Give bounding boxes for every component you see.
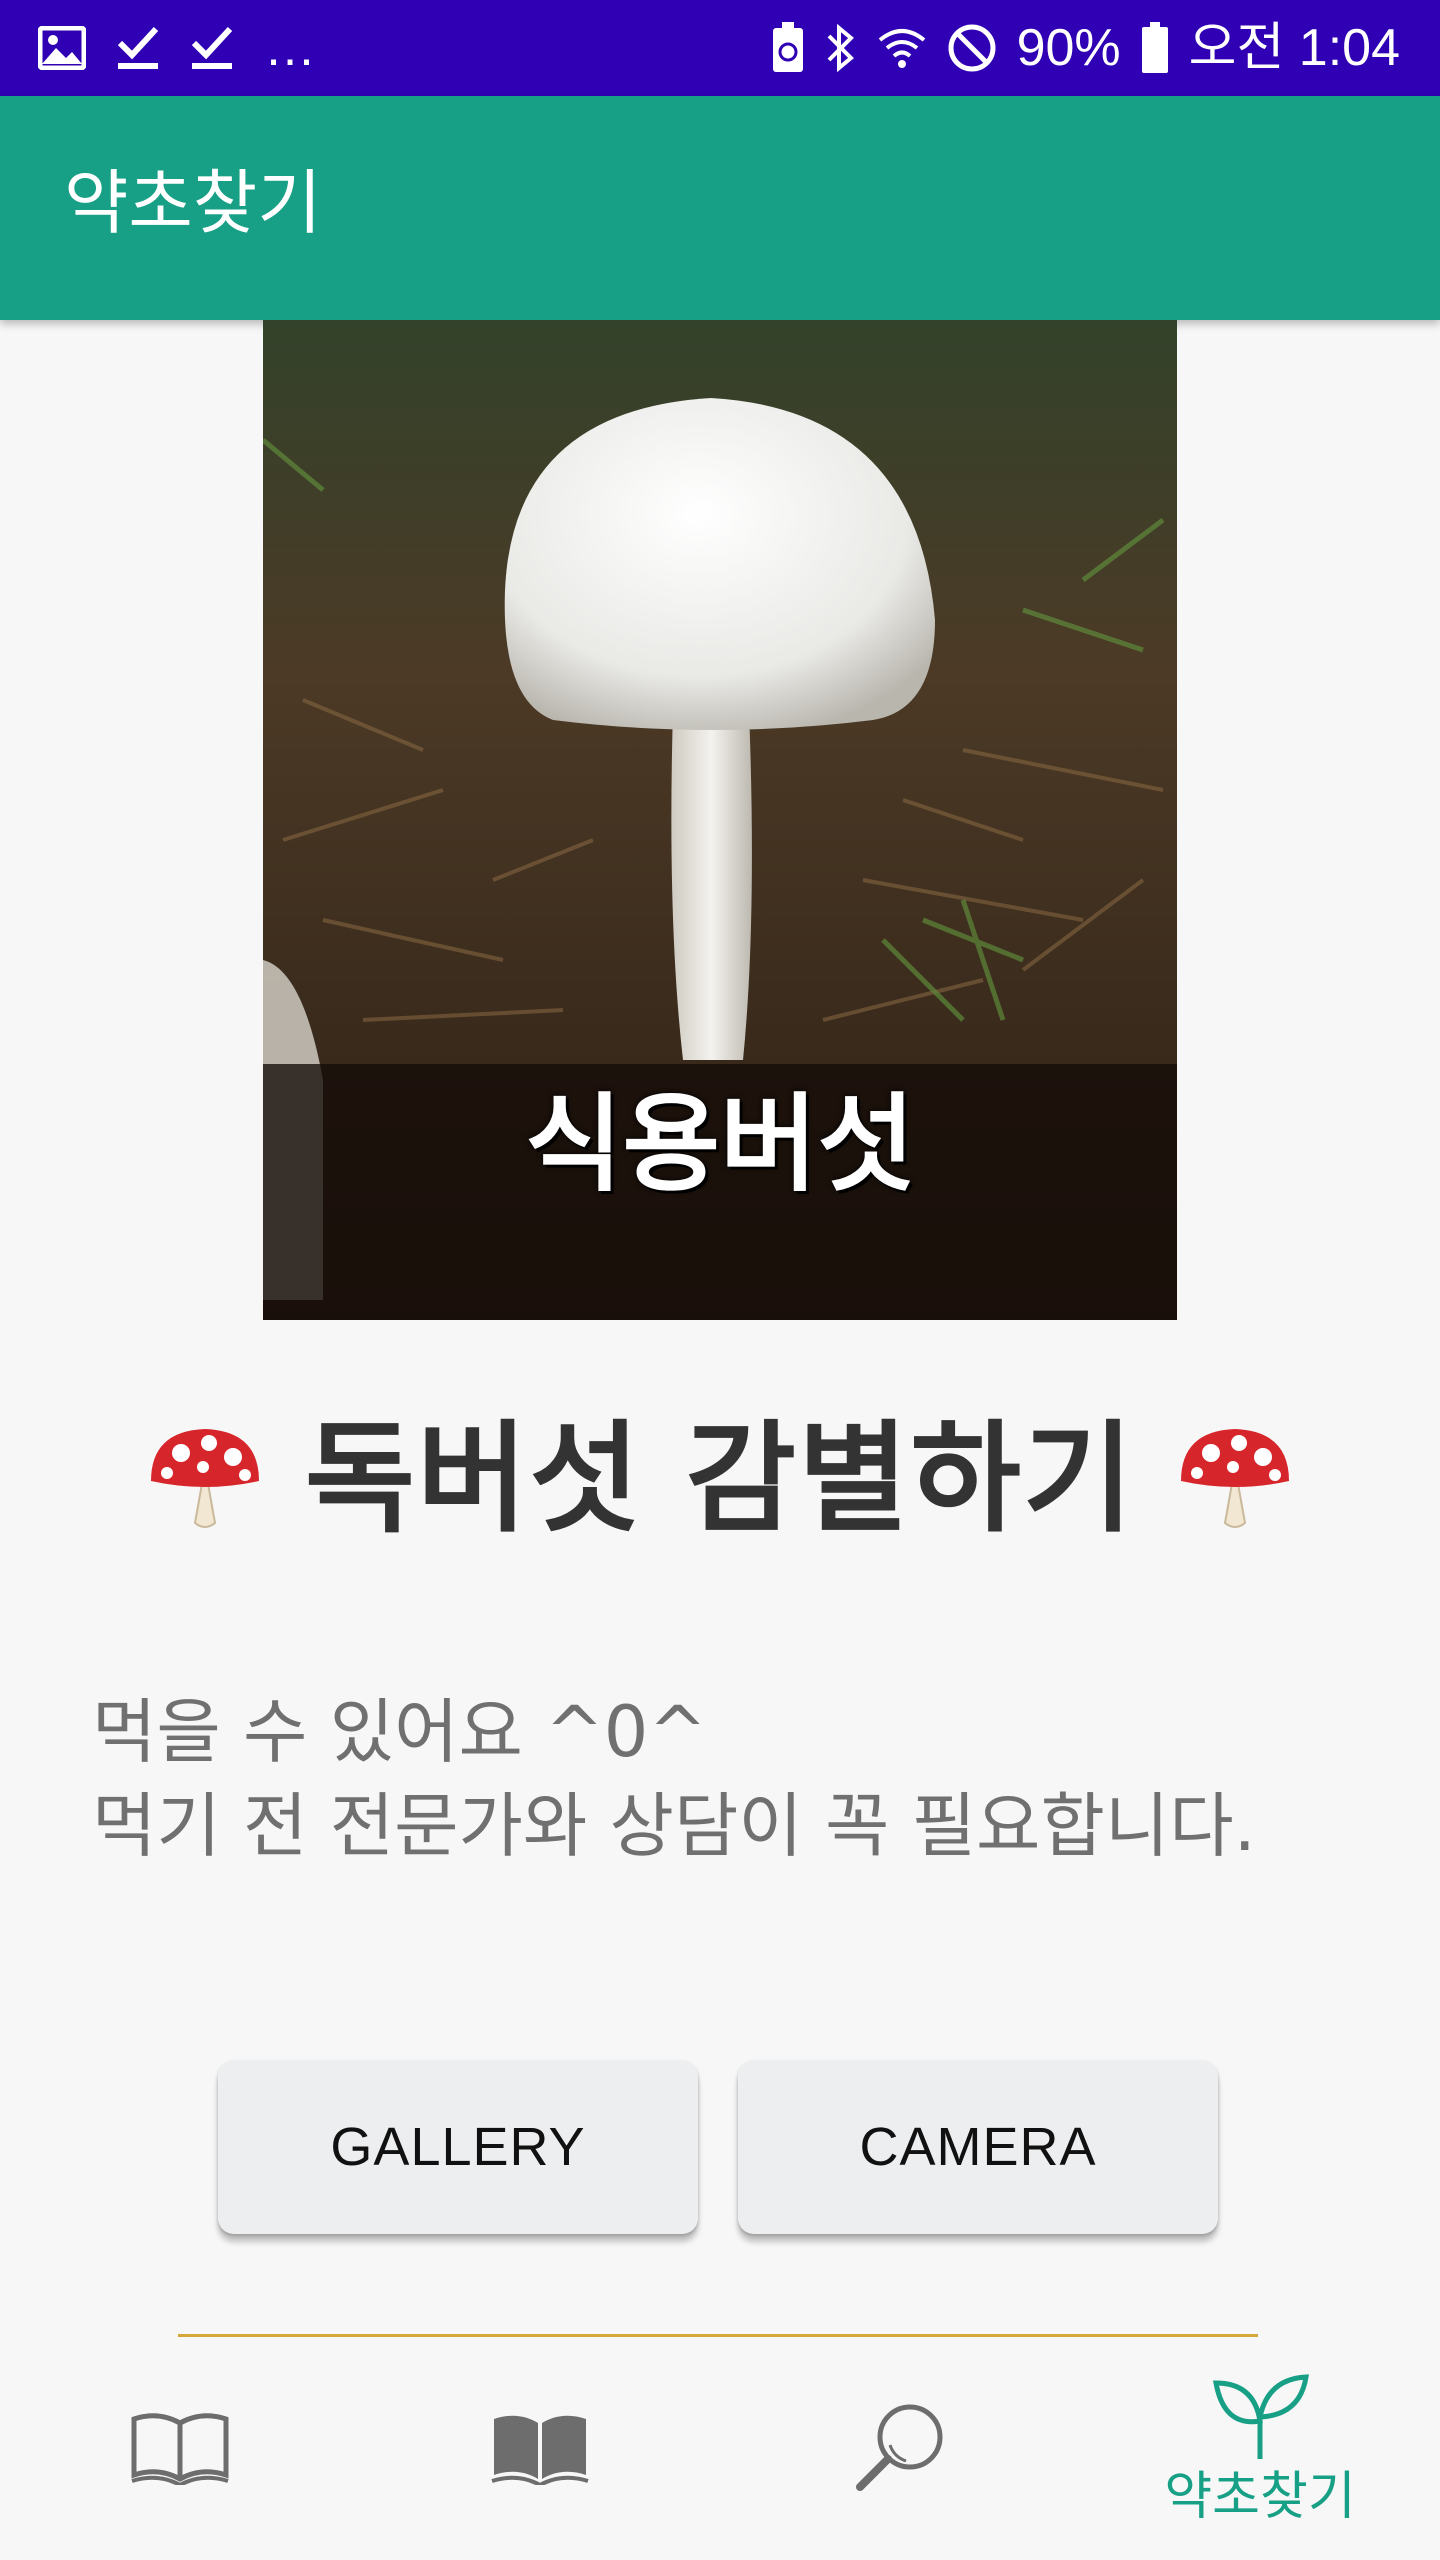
nav-item-find-herbs[interactable]: 약초찾기 (1080, 2337, 1440, 2560)
battery-icon (1141, 22, 1169, 74)
do-not-disturb-icon (947, 23, 997, 73)
image-caption: 식용버섯 (524, 1083, 916, 1206)
sprout-icon (1210, 2371, 1310, 2465)
open-book-filled-icon (490, 2409, 590, 2489)
section-heading: 독버섯 감별하기 (0, 1395, 1440, 1565)
page-title: 약초찾기 (64, 162, 322, 244)
clock: 오전 1:04 (1188, 19, 1400, 77)
result-line-1: 먹을 수 있어요 ^0^ (92, 1691, 707, 1773)
app-bar: 약초찾기 (0, 96, 1440, 320)
battery-percent: 90% (1016, 19, 1121, 77)
bluetooth-icon (825, 22, 857, 74)
open-book-outline-icon (130, 2409, 230, 2489)
camera-button[interactable]: CAMERA (738, 2060, 1218, 2234)
image-icon (38, 26, 86, 70)
nav-item-library[interactable] (360, 2337, 720, 2560)
result-line-2: 먹기 전 전문가와 상담이 꼭 필요합니다. (92, 1785, 1256, 1867)
nav-item-book[interactable] (0, 2337, 360, 2560)
check-icon (190, 25, 234, 71)
notification-overflow: … (264, 19, 316, 77)
heading-text: 독버섯 감별하기 (304, 1410, 1136, 1549)
mushroom-icon (1175, 1423, 1295, 1537)
wifi-icon (877, 22, 927, 74)
nav-item-label: 약초찾기 (1164, 2466, 1356, 2527)
check-icon (116, 25, 160, 71)
mushroom-image[interactable]: 식용버섯 (263, 320, 1177, 1320)
nav-item-search[interactable] (720, 2337, 1080, 2560)
status-bar: … 90% 오전 1:04 (0, 0, 1440, 96)
bottom-navigation: 약초찾기 (0, 2337, 1440, 2560)
battery-saver-icon (771, 22, 805, 74)
search-icon (850, 2397, 950, 2501)
mushroom-icon (145, 1423, 265, 1537)
result-text: 먹을 수 있어요 ^0^ 먹기 전 전문가와 상담이 꼭 필요합니다. (92, 1685, 1392, 1873)
gallery-button[interactable]: GALLERY (218, 2060, 698, 2234)
